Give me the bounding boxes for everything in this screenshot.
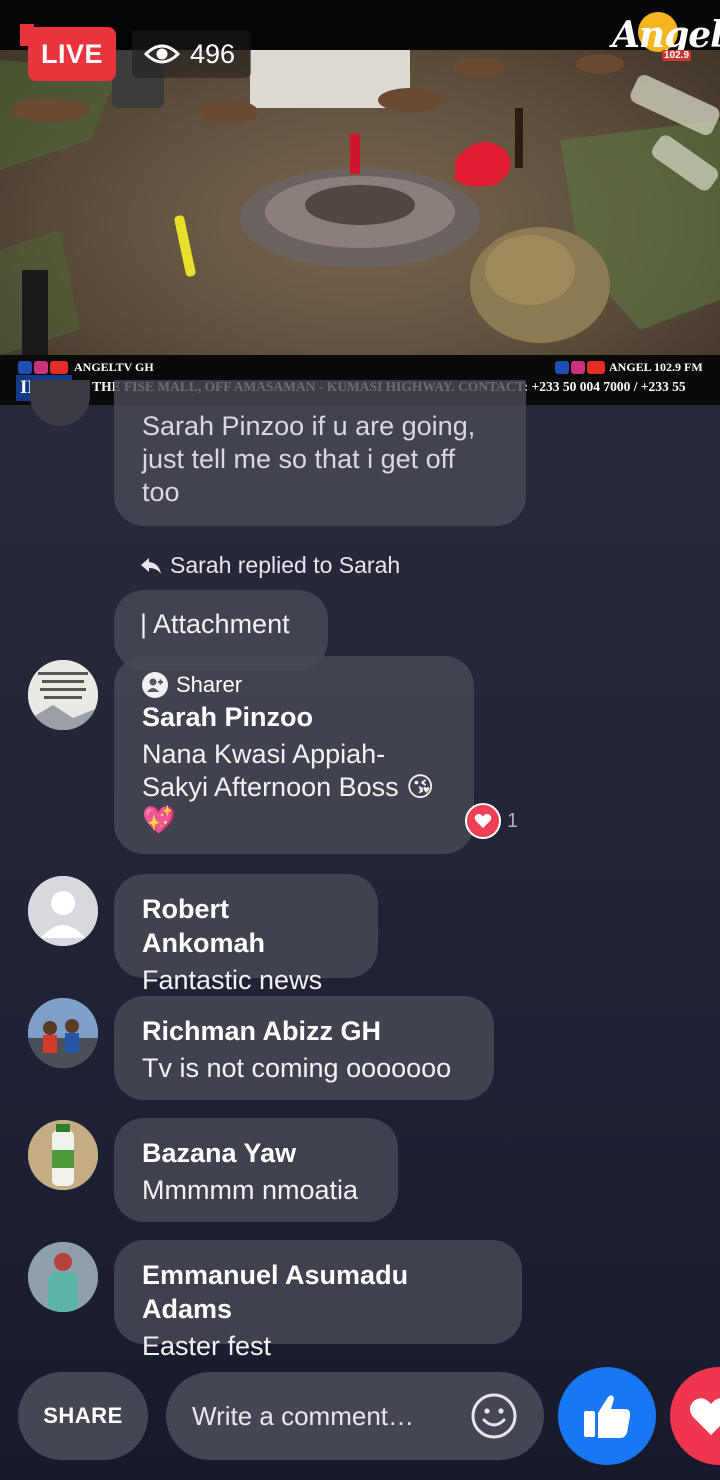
live-video-player[interactable]: LIVE 496 Angel 102.9 ANGELTV GH ANGEL 10… — [0, 0, 720, 405]
ticker-left-handle: ANGELTV GH — [74, 359, 154, 374]
commenter-name[interactable]: Richman Abizz GH — [142, 1014, 466, 1048]
commenter-name[interactable]: Emmanuel Asumadu Adams — [142, 1258, 494, 1326]
avatar-bazana-yaw[interactable] — [28, 1120, 98, 1190]
comment-text: Sarah Pinzoo if u are going, just tell m… — [142, 411, 476, 507]
emoji-icon[interactable] — [470, 1392, 518, 1440]
comment-bubble: Emmanuel Asumadu Adams Easter fest — [114, 1240, 522, 1361]
instagram-icon — [34, 360, 48, 374]
avatar-image — [28, 660, 98, 730]
commenter-name[interactable]: Bazana Yaw — [142, 1136, 370, 1170]
love-heart-icon — [690, 1398, 720, 1435]
share-button[interactable]: SHARE — [18, 1372, 148, 1460]
reply-indicator: Sarah replied to Sarah — [140, 552, 400, 579]
comment-bubble-sharer: Sharer Sarah Pinzoo Nana Kwasi Appiah-Sa… — [114, 656, 474, 854]
comment-bubble-partial: Sarah Pinzoo if u are going, just tell m… — [114, 380, 526, 526]
commenter-name[interactable]: Robert Ankomah — [142, 892, 350, 960]
avatar-sarah-pinzoo[interactable] — [28, 660, 98, 730]
ticker-social-right: ANGEL 102.9 FM — [555, 359, 703, 375]
avatar-emmanuel-asumadu[interactable] — [28, 1242, 98, 1312]
sharer-badge-label: Sharer — [176, 672, 243, 697]
sharer-badge: Sharer — [142, 672, 446, 698]
reply-indicator-text: Sarah replied to Sarah — [170, 552, 401, 578]
comment-bubble: Richman Abizz GH Tv is not coming oooooo… — [114, 996, 494, 1100]
comment-text: Mmmmm nmoatia — [142, 1175, 359, 1205]
facebook-icon — [555, 360, 569, 374]
comment-text: Tv is not coming ooooooo — [142, 1053, 452, 1083]
live-badge: LIVE — [28, 27, 116, 81]
avatar-image — [28, 1120, 98, 1190]
youtube-icon — [587, 360, 605, 374]
comment-input-container[interactable] — [166, 1372, 544, 1460]
comment-input[interactable] — [192, 1400, 462, 1432]
comment-bubble: Bazana Yaw Mmmmm nmoatia — [114, 1118, 398, 1222]
youtube-icon — [50, 360, 68, 374]
avatar-partial[interactable] — [30, 380, 90, 426]
avatar-richman-abizz[interactable] — [28, 998, 98, 1068]
like-thumb-icon — [584, 1395, 631, 1438]
like-button[interactable] — [558, 1367, 656, 1465]
comment-bubble: Robert Ankomah Fantastic news — [114, 874, 378, 995]
ticker-right-handle: ANGEL 102.9 FM — [609, 359, 703, 374]
facebook-icon — [18, 360, 32, 374]
comment-text: Easter fest — [142, 1331, 272, 1361]
eye-icon — [144, 44, 180, 64]
viewer-count: 496 — [190, 38, 236, 69]
attachment-label: | Attachment — [140, 609, 290, 639]
viewer-count-badge: 496 — [132, 30, 252, 78]
live-stream-screen: LIVE 496 Angel 102.9 ANGELTV GH ANGEL 10… — [0, 0, 720, 1480]
love-button[interactable] — [670, 1367, 720, 1465]
comment-reaction[interactable]: 1 — [465, 803, 518, 839]
comment-text: Fantastic news — [142, 965, 323, 995]
avatar-robert-ankomah[interactable] — [28, 876, 98, 946]
heart-reaction-icon — [465, 803, 501, 839]
reply-arrow-icon — [141, 557, 161, 574]
instagram-icon — [571, 360, 585, 374]
avatar-image — [28, 998, 98, 1068]
comment-text: Nana Kwasi Appiah-Sakyi Afternoon Boss 😘… — [142, 739, 435, 835]
default-avatar-icon — [28, 876, 98, 946]
avatar-image — [28, 1242, 98, 1312]
channel-logo-frequency: 102.9 — [662, 50, 692, 61]
sharer-badge-icon — [142, 672, 168, 698]
reaction-count: 1 — [507, 809, 519, 832]
commenter-name[interactable]: Sarah Pinzoo — [142, 700, 446, 734]
ticker-social-left: ANGELTV GH — [18, 359, 154, 375]
